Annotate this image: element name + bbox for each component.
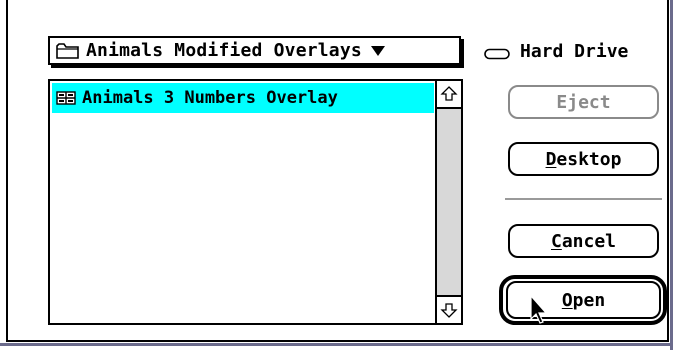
- button-divider: [505, 198, 662, 200]
- volume-label: Hard Drive: [520, 40, 629, 62]
- file-name-label: Animals 3 Numbers Overlay: [82, 88, 338, 108]
- folder-icon: [56, 41, 82, 61]
- folder-popup-menu[interactable]: Animals Modified Overlays: [48, 36, 461, 65]
- triangle-down-icon: [370, 44, 388, 58]
- window-shadow-bottom: [0, 343, 673, 346]
- folder-popup-label: Animals Modified Overlays: [86, 40, 362, 61]
- document-icon: [56, 90, 78, 106]
- window-border-left: [6, 0, 8, 342]
- desktop-button-label: esktop: [556, 148, 622, 170]
- arrow-pointer-icon: [530, 294, 548, 325]
- desktop-button[interactable]: Desktop: [508, 142, 659, 176]
- window-border-right: [667, 0, 669, 342]
- list-item[interactable]: Animals 3 Numbers Overlay: [52, 83, 434, 113]
- open-button-label: pen: [572, 289, 606, 311]
- cancel-button[interactable]: Cancel: [508, 224, 659, 258]
- window-border-bottom: [6, 340, 669, 342]
- volume-indicator: Hard Drive: [484, 38, 628, 64]
- hard-drive-icon: [484, 45, 510, 60]
- desktop-button-mnemonic: D: [545, 148, 557, 170]
- eject-button-label: Eject: [556, 91, 611, 113]
- scroll-down-arrow-icon[interactable]: [437, 295, 461, 323]
- open-button-mnemonic: O: [561, 289, 573, 311]
- scroll-up-arrow-icon[interactable]: [437, 81, 461, 109]
- cancel-button-label: ancel: [561, 230, 617, 252]
- file-list[interactable]: Animals 3 Numbers Overlay: [48, 79, 463, 325]
- cancel-button-mnemonic: C: [550, 230, 562, 252]
- eject-button[interactable]: Eject: [508, 85, 659, 119]
- vertical-scrollbar[interactable]: [435, 81, 461, 323]
- window-shadow-right: [670, 0, 673, 350]
